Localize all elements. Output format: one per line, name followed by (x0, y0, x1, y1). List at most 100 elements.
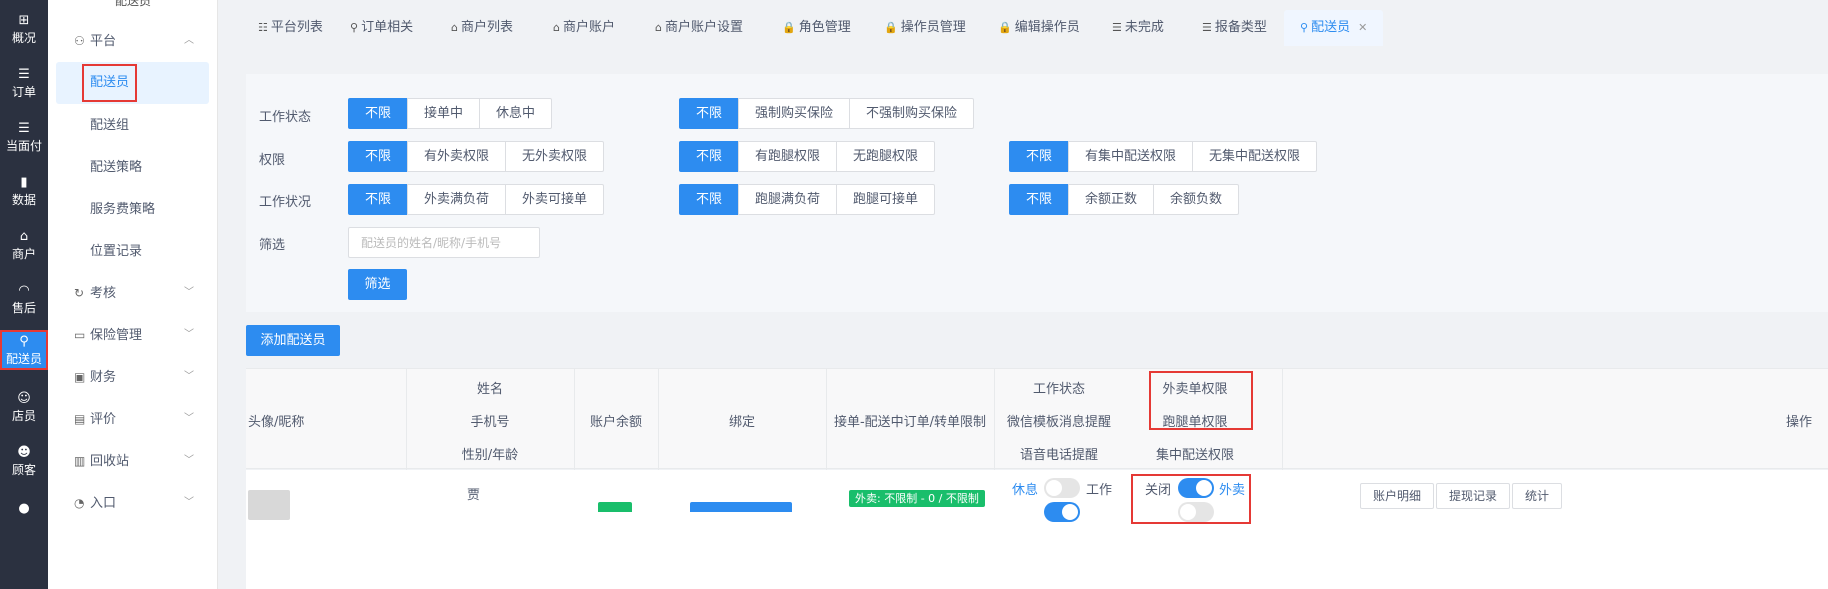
side-group-insurance[interactable]: ▭ 保险管理 ﹀ (48, 315, 218, 355)
takeout-perm-yes[interactable]: 有外卖权限 (407, 141, 507, 172)
tab-role-management[interactable]: 🔒 角色管理 (782, 10, 851, 46)
laptop-icon: ▭ (74, 328, 86, 342)
side-group-assessment[interactable]: ↻ 考核 ﹀ (48, 273, 218, 313)
statistics-button[interactable]: 统计 (1512, 483, 1563, 509)
tab-unfinished[interactable]: ☰ 未完成 (1112, 10, 1164, 46)
dashboard-icon: ⊞ (18, 13, 30, 28)
balance-negative[interactable]: 余额负数 (1153, 184, 1240, 215)
insurance-not-forced[interactable]: 不强制购买保险 (849, 98, 975, 129)
nav-overview[interactable]: ⊞ 概况 (0, 6, 48, 60)
balance-positive[interactable]: 余额正数 (1068, 184, 1155, 215)
nav-customer[interactable]: ☻ 顾客 (0, 438, 48, 492)
work-status-filter: 不限 接单中 休息中 (348, 98, 553, 129)
bar-chart-icon: ▮ (20, 175, 28, 190)
nav-clerk[interactable]: ☺ 店员 (0, 384, 48, 438)
courier-table-body: 贾 外卖: 不限制 - 0 / 不限制 休息 工作 关闭 外卖 账户明细 提现记… (246, 470, 1828, 589)
errand-load-available[interactable]: 跑腿可接单 (836, 184, 936, 215)
tab-courier[interactable]: ⚲ 配送员 ✕ (1284, 10, 1384, 46)
side-item-fee-strategy[interactable]: 服务费策略 (48, 189, 218, 231)
col-voice-reminder: 语音电话提醒 (1019, 448, 1098, 463)
side-item-courier[interactable]: 配送员 (56, 62, 209, 104)
side-item-courier-group[interactable]: 配送组 (48, 105, 218, 147)
nav-data[interactable]: ▮ 数据 (0, 168, 48, 222)
courier-table-header: 头像/昵称 姓名 手机号 性别/年龄 账户余额 绑定 接单-配送中订单/转单限制… (246, 368, 1828, 470)
add-courier-button[interactable]: 添加配送员 (246, 325, 340, 356)
close-icon[interactable]: ✕ (1358, 21, 1367, 34)
side-group-finance[interactable]: ▣ 财务 ﹀ (48, 357, 218, 397)
errand-permission-toggle[interactable] (1178, 502, 1214, 522)
errand-perm-any[interactable]: 不限 (679, 141, 740, 172)
insurance-filter: 不限 强制购买保险 不强制购买保险 (679, 98, 975, 129)
tab-report-type[interactable]: ☰ 报备类型 (1202, 10, 1267, 46)
list-icon: ☰ (18, 121, 30, 136)
chevron-down-icon: ﹀ (184, 329, 194, 340)
col-operations: 操作 (1786, 415, 1813, 430)
tab-bar: ☷ 平台列表 ⚲ 订单相关 ⌂ 商户列表 ⌂ 商户账户 ⌂ 商户账户设置 🔒 角色管理 🔒 操… (234, 10, 1828, 46)
errand-perm-yes[interactable]: 有跑腿权限 (738, 141, 838, 172)
tab-merchant-account-settings[interactable]: ⌂ 商户账户设置 (655, 10, 743, 46)
withdraw-record-button[interactable]: 提现记录 (1436, 483, 1511, 509)
errand-perm-no[interactable]: 无跑腿权限 (836, 141, 936, 172)
account-detail-button[interactable]: 账户明细 (1360, 483, 1435, 509)
balance-filter: 不限 余额正数 余额负数 (1009, 184, 1240, 215)
side-group-entrance[interactable]: ◔ 入口 ﹀ (48, 483, 218, 523)
store-icon: ⌂ (19, 229, 29, 244)
tab-merchant-list[interactable]: ⌂ 商户列表 (451, 10, 513, 46)
errand-load-full[interactable]: 跑腿满负荷 (738, 184, 838, 215)
side-item-courier-strategy[interactable]: 配送策略 (48, 147, 218, 189)
document-icon: ▤ (74, 412, 86, 426)
takeout-load-available[interactable]: 外卖可接单 (505, 184, 605, 215)
central-perm-no[interactable]: 无集中配送权限 (1192, 141, 1318, 172)
work-status-accepting[interactable]: 接单中 (407, 98, 481, 129)
takeout-perm-any[interactable]: 不限 (348, 141, 409, 172)
takeout-permission-filter: 不限 有外卖权限 无外卖权限 (348, 141, 605, 172)
work-status-toggle[interactable] (1044, 478, 1080, 498)
side-group-recycle[interactable]: ▥ 回收站 ﹀ (48, 441, 218, 481)
takeout-load-any[interactable]: 不限 (348, 184, 409, 215)
central-perm-any[interactable]: 不限 (1009, 141, 1070, 172)
avatar (248, 490, 290, 520)
users-icon: ☺ (17, 391, 31, 406)
chevron-up-icon: ︿ (184, 35, 194, 46)
tab-merchant-account[interactable]: ⌂ 商户账户 (553, 10, 615, 46)
central-perm-yes[interactable]: 有集中配送权限 (1068, 141, 1194, 172)
takeout-load-full[interactable]: 外卖满负荷 (407, 184, 507, 215)
side-menu-cut-item[interactable]: 配送员 (48, 0, 218, 9)
wechat-reminder-toggle[interactable] (1044, 502, 1080, 522)
nav-aftersale[interactable]: ◠ 售后 (0, 276, 48, 330)
off-label: 关闭 (1145, 483, 1172, 498)
tab-edit-operator[interactable]: 🔒 编辑操作员 (998, 10, 1080, 46)
insurance-forced[interactable]: 强制购买保险 (738, 98, 851, 129)
nav-more[interactable]: ● (0, 494, 48, 516)
balance-any[interactable]: 不限 (1009, 184, 1070, 215)
entrance-icon: ◔ (74, 496, 85, 510)
side-group-review[interactable]: ▤ 评价 ﹀ (48, 399, 218, 439)
store-icon: ⌂ (553, 21, 560, 34)
filter-button[interactable]: 筛选 (348, 269, 407, 300)
scooter-icon: ⚲ (19, 334, 29, 349)
list-icon: ☰ (18, 67, 30, 82)
takeout-perm-no[interactable]: 无外卖权限 (505, 141, 605, 172)
work-status-any[interactable]: 不限 (348, 98, 409, 129)
courier-search-input[interactable] (348, 227, 540, 258)
courier-name: 贾 (467, 488, 481, 503)
grid-list-icon: ☷ (258, 21, 268, 34)
takeout-permission-toggle[interactable] (1178, 478, 1214, 498)
side-group-platform[interactable]: ⚇ 平台 ︿ (48, 21, 218, 61)
work-status-resting[interactable]: 休息中 (479, 98, 553, 129)
side-item-location-log[interactable]: 位置记录 (48, 231, 218, 273)
insurance-any[interactable]: 不限 (679, 98, 740, 129)
errand-load-any[interactable]: 不限 (679, 184, 740, 215)
nav-merchant[interactable]: ⌂ 商户 (0, 222, 48, 276)
col-gender-age: 性别/年龄 (461, 448, 519, 463)
filter-label-work-condition: 工作状况 (259, 195, 312, 210)
tab-operator-management[interactable]: 🔒 操作员管理 (884, 10, 966, 46)
nav-courier[interactable]: ⚲ 配送员 (0, 330, 48, 370)
highlight-permission-header (1149, 371, 1253, 430)
tab-order-related[interactable]: ⚲ 订单相关 (350, 10, 413, 46)
tab-platform-list[interactable]: ☷ 平台列表 (258, 10, 323, 46)
col-balance: 账户余额 (589, 415, 642, 430)
nav-orders[interactable]: ☰ 订单 (0, 60, 48, 114)
lock-icon: 🔒 (998, 21, 1012, 34)
nav-face-pay[interactable]: ☰ 当面付 (0, 114, 48, 168)
